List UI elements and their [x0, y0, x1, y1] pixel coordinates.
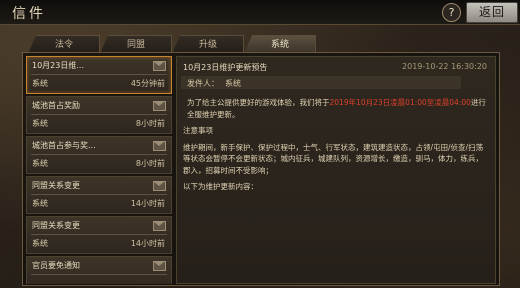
mail-subject: 官员要免通知 [32, 261, 80, 270]
intro-paragraph: 为了给主公提供更好的游戏体验，我们将于2019年10月23日凌晨01:00至凌晨… [183, 97, 489, 120]
mail-item[interactable]: 10月23日维... 系统 45分钟前 [26, 56, 172, 94]
mail-subject: 城池首占奖励 [32, 101, 80, 110]
divider [31, 274, 167, 275]
sender-label: 发件人： [187, 79, 219, 88]
sender-name: 系统 [225, 79, 241, 88]
intro-text-a: 为了给主公提供更好的游戏体验，我们将于 [187, 98, 330, 107]
help-button[interactable]: ? [442, 3, 461, 22]
envelope-icon [153, 221, 166, 231]
envelope-icon [153, 181, 166, 191]
notice-body: 维护期间，新手保护、保护过程中，士气、行军状态，建筑建造状态，占领/屯田/侦查/… [183, 142, 484, 175]
envelope-icon [153, 261, 166, 271]
mail-item[interactable]: 城池首占奖励 系统 8小时前 [26, 96, 172, 134]
divider [31, 74, 167, 75]
mail-item[interactable]: 官员要免通知 [26, 256, 172, 284]
mail-screen: 信件 ? 返回 法令 同盟 升级 系统 10月23日维... 系统 45分钟前 … [0, 0, 520, 288]
mail-sender: 系统 [32, 79, 48, 88]
divider [31, 234, 167, 235]
mail-sender: 系统 [32, 119, 48, 128]
mail-time: 14小时前 [130, 199, 165, 208]
sender-row: 发件人： 系统 [181, 76, 461, 89]
mail-time: 14小时前 [130, 239, 165, 248]
envelope-icon [153, 141, 166, 151]
mail-item[interactable]: 同盟关系变更 系统 14小时前 [26, 176, 172, 214]
detail-body: 为了给主公提供更好的游戏体验，我们将于2019年10月23日凌晨01:00至凌晨… [183, 97, 489, 198]
mail-time: 8小时前 [135, 119, 165, 128]
divider [31, 114, 167, 115]
mail-sender: 系统 [32, 159, 48, 168]
top-bar: 信件 ? 返回 [0, 0, 520, 25]
mail-time: 8小时前 [135, 159, 165, 168]
mail-subject: 10月23日维... [32, 61, 84, 70]
mail-subject: 同盟关系变更 [32, 221, 80, 230]
detail-title: 10月23日维护更新预告 [183, 63, 268, 72]
mail-item[interactable]: 城池首占参与奖... 系统 8小时前 [26, 136, 172, 174]
back-button[interactable]: 返回 [466, 2, 518, 23]
mail-subject: 同盟关系变更 [32, 181, 80, 190]
mail-list[interactable]: 10月23日维... 系统 45分钟前 城池首占奖励 系统 8小时前 城池首占参… [26, 56, 172, 284]
mail-time: 45分钟前 [130, 79, 165, 88]
envelope-icon [153, 101, 166, 111]
maintenance-time: 2019年10月23日凌晨01:00至凌晨04:00 [329, 98, 471, 107]
divider [31, 194, 167, 195]
update-footer: 以下为维护更新内容： [183, 182, 258, 191]
mail-item[interactable]: 同盟关系变更 系统 14小时前 [26, 216, 172, 254]
detail-date: 2019-10-22 16:30:20 [402, 62, 487, 71]
mail-sender: 系统 [32, 239, 48, 248]
mail-detail: 10月23日维护更新预告 2019-10-22 16:30:20 发件人： 系统… [176, 56, 496, 284]
envelope-icon [153, 61, 166, 71]
mail-sender: 系统 [32, 199, 48, 208]
mail-subject: 城池首占参与奖... [32, 141, 96, 150]
page-title: 信件 [12, 6, 46, 22]
notice-title: 注意事项 [183, 126, 213, 135]
divider [31, 154, 167, 155]
